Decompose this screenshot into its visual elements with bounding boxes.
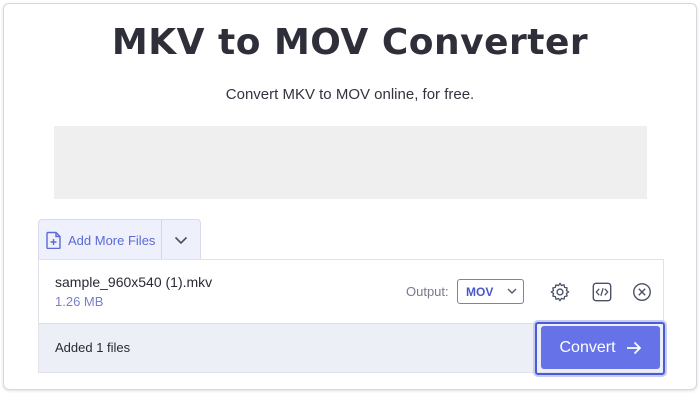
chevron-down-icon bbox=[174, 236, 188, 244]
add-more-files-button[interactable]: Add More Files bbox=[39, 220, 161, 260]
chevron-down-icon bbox=[507, 288, 517, 294]
file-size: 1.26 MB bbox=[55, 294, 104, 309]
settings-button[interactable] bbox=[548, 280, 572, 304]
arrow-right-icon bbox=[626, 341, 641, 354]
ad-placeholder bbox=[54, 126, 647, 199]
output-format-value: MOV bbox=[466, 284, 494, 299]
added-files-status: Added 1 files bbox=[55, 340, 131, 355]
add-more-files-label: Add More Files bbox=[68, 232, 156, 248]
output-label: Output: bbox=[406, 284, 449, 299]
remove-file-button[interactable] bbox=[630, 280, 654, 304]
file-toolbar: Add More Files bbox=[38, 219, 201, 260]
convert-button[interactable]: Convert bbox=[541, 326, 660, 369]
file-name: sample_960x540 (1).mkv bbox=[55, 274, 213, 290]
gear-icon bbox=[550, 282, 570, 302]
add-files-dropdown-button[interactable] bbox=[162, 220, 200, 260]
embed-code-button[interactable] bbox=[590, 280, 614, 304]
close-circle-icon bbox=[633, 283, 651, 301]
code-icon bbox=[592, 282, 612, 302]
page-title: MKV to MOV Converter bbox=[111, 22, 589, 63]
file-row: sample_960x540 (1).mkv 1.26 MB Output: M… bbox=[38, 259, 664, 324]
file-plus-icon bbox=[46, 231, 61, 249]
convert-label: Convert bbox=[559, 338, 616, 356]
page-subtitle: Convert MKV to MOV online, for free. bbox=[225, 86, 475, 103]
output-format-select[interactable]: MOV bbox=[457, 279, 524, 304]
